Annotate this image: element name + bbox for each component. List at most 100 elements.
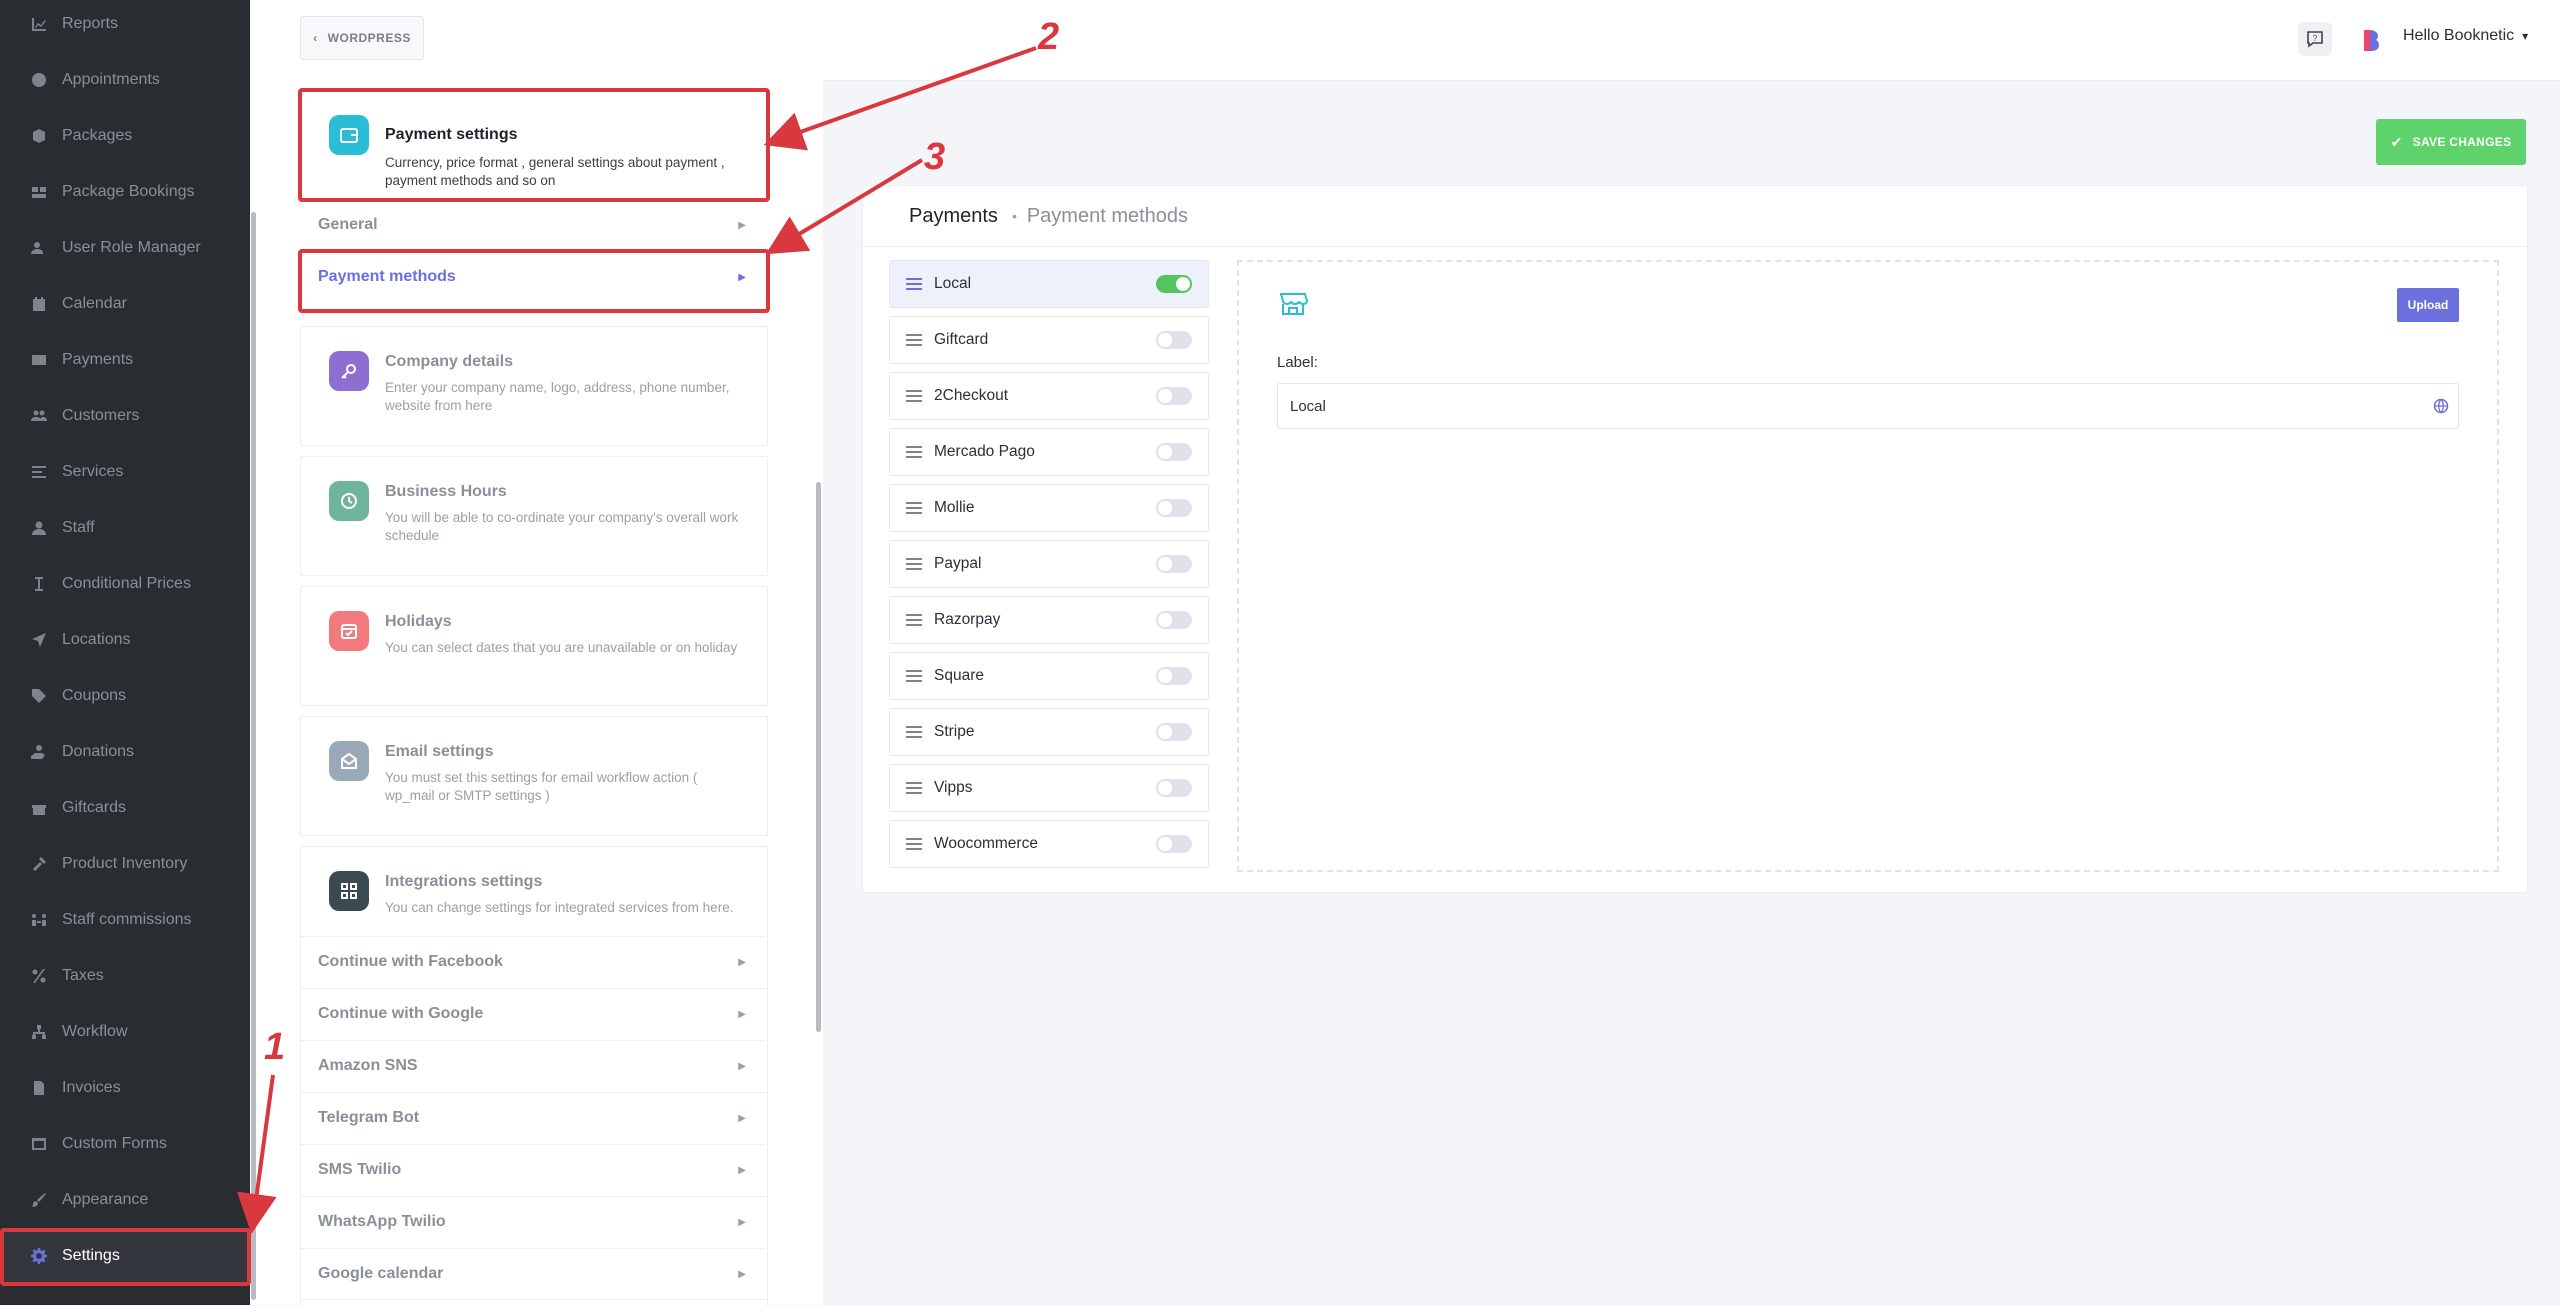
payment-method-razorpay[interactable]: Razorpay: [889, 596, 1209, 644]
brush-icon: [30, 1191, 48, 1209]
drag-handle-icon[interactable]: [906, 334, 922, 346]
label-caption: Label:: [1277, 354, 1318, 371]
drag-handle-icon[interactable]: [906, 838, 922, 850]
back-to-wordpress-button[interactable]: ‹ WORDPRESS: [300, 16, 424, 60]
label-input[interactable]: [1277, 383, 2459, 429]
drag-handle-icon[interactable]: [906, 278, 922, 290]
window-icon: [30, 1135, 48, 1153]
method-toggle[interactable]: [1156, 723, 1192, 741]
method-toggle[interactable]: [1156, 555, 1192, 573]
payment-method-mercado-pago[interactable]: Mercado Pago: [889, 428, 1209, 476]
email-settings-card[interactable]: Email settings You must set this setting…: [300, 716, 768, 836]
payment-method-vipps[interactable]: Vipps: [889, 764, 1209, 812]
sidebar-scrollbar-thumb[interactable]: [251, 212, 256, 1300]
method-toggle[interactable]: [1156, 387, 1192, 405]
sidebar-item-package-bookings[interactable]: Package Bookings: [0, 164, 250, 220]
settings-list-scrollbar-thumb[interactable]: [816, 482, 821, 1032]
method-toggle[interactable]: [1156, 499, 1192, 517]
drag-handle-icon[interactable]: [906, 670, 922, 682]
caret-right-icon: ▶: [738, 1216, 746, 1228]
integration-row-google-calendar[interactable]: Google calendar ▶: [300, 1248, 766, 1300]
sidebar-item-customers[interactable]: Customers: [0, 388, 250, 444]
sidebar-item-appointments[interactable]: Appointments: [0, 52, 250, 108]
sidebar-item-label: Payments: [62, 351, 134, 368]
payment-method-woocommerce[interactable]: Woocommerce: [889, 820, 1209, 868]
sidebar-item-giftcards[interactable]: Giftcards: [0, 780, 250, 836]
drag-handle-icon[interactable]: [906, 726, 922, 738]
highlight-box-payment-methods: [298, 249, 770, 313]
calendar-check-icon: [329, 611, 369, 651]
method-toggle[interactable]: [1156, 443, 1192, 461]
sidebar-item-appearance[interactable]: Appearance: [0, 1172, 250, 1228]
payment-method-mollie[interactable]: Mollie: [889, 484, 1209, 532]
company-details-card[interactable]: Company details Enter your company name,…: [300, 326, 768, 446]
sidebar-item-workflow[interactable]: Workflow: [0, 1004, 250, 1060]
business-hours-card[interactable]: Business Hours You will be able to co-or…: [300, 456, 768, 576]
payments-header: Payments • Payment methods: [863, 186, 2527, 247]
sidebar-item-user-role-manager[interactable]: User Role Manager: [0, 220, 250, 276]
drag-handle-icon[interactable]: [906, 614, 922, 626]
payment-method-stripe[interactable]: Stripe: [889, 708, 1209, 756]
sitemap-icon: [30, 1023, 48, 1041]
breadcrumb-separator: •: [1011, 208, 1017, 224]
sidebar-item-coupons[interactable]: Coupons: [0, 668, 250, 724]
integration-row-google[interactable]: Continue with Google ▶: [300, 988, 766, 1039]
method-toggle[interactable]: [1156, 275, 1192, 293]
sidebar-item-reports[interactable]: Reports: [0, 0, 250, 52]
sidebar-item-locations[interactable]: Locations: [0, 612, 250, 668]
sidebar-item-conditional-prices[interactable]: Conditional Prices: [0, 556, 250, 612]
user-menu[interactable]: Hello Booknetic ▾: [2403, 27, 2528, 45]
chevron-left-icon: ‹: [313, 31, 318, 45]
sidebar-item-packages[interactable]: Packages: [0, 108, 250, 164]
drag-handle-icon[interactable]: [906, 446, 922, 458]
sidebar-item-donations[interactable]: Donations: [0, 724, 250, 780]
sidebar-item-label: Appearance: [62, 1191, 149, 1208]
method-toggle[interactable]: [1156, 835, 1192, 853]
sidebar-item-taxes[interactable]: Taxes: [0, 948, 250, 1004]
payment-method-giftcard[interactable]: Giftcard: [889, 316, 1209, 364]
sidebar-scrollbar[interactable]: [250, 0, 258, 1305]
save-changes-button[interactable]: ✔ SAVE CHANGES: [2376, 119, 2526, 165]
method-toggle[interactable]: [1156, 611, 1192, 629]
sidebar-item-label: Services: [62, 463, 124, 480]
sidebar-item-invoices[interactable]: Invoices: [0, 1060, 250, 1116]
method-toggle[interactable]: [1156, 779, 1192, 797]
credit-card-icon: [30, 351, 48, 369]
sidebar-item-product-inventory[interactable]: Product Inventory: [0, 836, 250, 892]
payment-method-local[interactable]: Local: [889, 260, 1209, 308]
qr-code-icon: [329, 871, 369, 911]
sidebar-item-label: Customers: [62, 407, 140, 424]
drag-handle-icon[interactable]: [906, 782, 922, 794]
method-toggle[interactable]: [1156, 667, 1192, 685]
method-toggle[interactable]: [1156, 331, 1192, 349]
settings-list-scrollbar[interactable]: [815, 80, 823, 1305]
sidebar-item-payments[interactable]: Payments: [0, 332, 250, 388]
sidebar-item-label: Staff commissions: [62, 911, 192, 928]
help-chat-icon[interactable]: ?: [2298, 22, 2332, 56]
sidebar-item-services[interactable]: Services: [0, 444, 250, 500]
payment-method-paypal[interactable]: Paypal: [889, 540, 1209, 588]
method-detail-panel: Upload Label:: [1237, 260, 2499, 872]
sidebar-item-calendar[interactable]: Calendar: [0, 276, 250, 332]
drag-handle-icon[interactable]: [906, 558, 922, 570]
sidebar-item-custom-forms[interactable]: Custom Forms: [0, 1116, 250, 1172]
globe-icon[interactable]: [2433, 398, 2449, 414]
calendar-icon: [30, 295, 48, 313]
payment-general-row[interactable]: General ▶: [300, 199, 766, 250]
drag-handle-icon[interactable]: [906, 390, 922, 402]
integration-row-facebook[interactable]: Continue with Facebook ▶: [300, 936, 766, 987]
sidebar-item-label: Reports: [62, 15, 119, 32]
sidebar-item-staff[interactable]: Staff: [0, 500, 250, 556]
integration-row-whatsapp-twilio[interactable]: WhatsApp Twilio ▶: [300, 1196, 766, 1247]
drag-handle-icon[interactable]: [906, 502, 922, 514]
integration-row-sms-twilio[interactable]: SMS Twilio ▶: [300, 1144, 766, 1195]
holidays-card[interactable]: Holidays You can select dates that you a…: [300, 586, 768, 706]
sidebar-item-staff-commissions[interactable]: Staff commissions: [0, 892, 250, 948]
integration-row-telegram[interactable]: Telegram Bot ▶: [300, 1092, 766, 1143]
location-arrow-icon: [30, 631, 48, 649]
integration-row-amazon-sns[interactable]: Amazon SNS ▶: [300, 1040, 766, 1091]
payment-method-square[interactable]: Square: [889, 652, 1209, 700]
upload-button[interactable]: Upload: [2397, 288, 2459, 322]
page-subtitle: Payment methods: [1026, 204, 1189, 227]
payment-method-2checkout[interactable]: 2Checkout: [889, 372, 1209, 420]
